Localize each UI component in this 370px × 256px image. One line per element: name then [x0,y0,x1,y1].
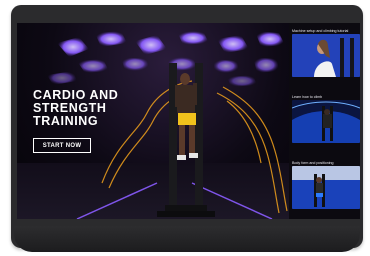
ceiling-lights [47,31,285,87]
video-sidebar: Machine setup and climbing tutorial Lear… [289,23,360,219]
video-thumbnail[interactable] [292,166,360,209]
tv-screen: CARDIO AND STRENGTH TRAINING START NOW M… [17,23,360,219]
athlete-figure [175,73,198,160]
hero-banner: CARDIO AND STRENGTH TRAINING START NOW [17,23,289,219]
hero-title-line: TRAINING [33,114,99,128]
hero-title: CARDIO AND STRENGTH TRAINING [33,89,143,128]
start-now-button[interactable]: START NOW [33,138,91,153]
video-item-form[interactable]: Body form and positioning [292,161,360,209]
video-item-learn[interactable]: Learn how to climb [292,95,360,143]
tv-base [14,226,360,252]
video-thumbnail[interactable] [292,34,360,77]
video-thumbnail[interactable] [292,100,360,143]
video-item-setup[interactable]: Machine setup and climbing tutorial [292,29,360,77]
